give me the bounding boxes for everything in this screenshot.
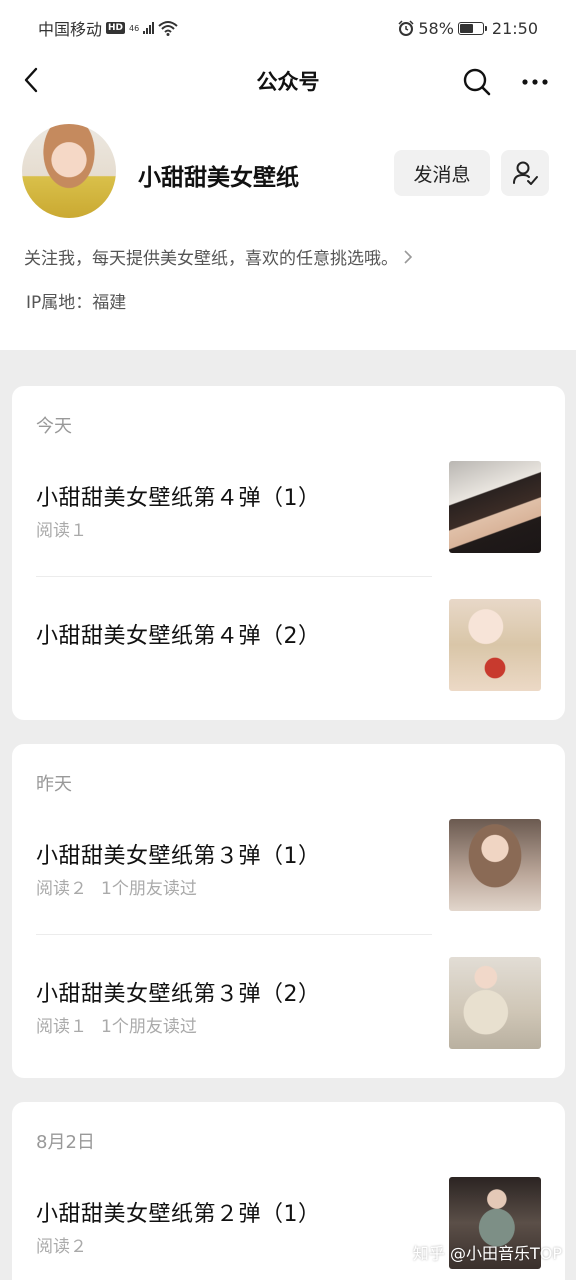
chevron-right-icon — [404, 249, 412, 264]
article-title: 小甜甜美女壁纸第４弹（1） — [36, 486, 321, 511]
account-name: 小甜甜美女壁纸 — [138, 165, 299, 191]
search-button[interactable] — [460, 65, 494, 99]
user-check-icon — [513, 161, 538, 185]
clock: 21:50 — [491, 18, 538, 38]
article-meta: 阅读２ — [36, 1232, 87, 1257]
network-type: 46 — [129, 23, 140, 33]
account-description[interactable]: 关注我，每天提供美女壁纸，喜欢的任意挑选哦。 — [24, 244, 412, 269]
friends-read: 1个朋友读过 — [101, 1017, 197, 1037]
carrier-label: 中国移动 — [38, 20, 103, 39]
group-date: 今天 — [36, 416, 72, 437]
more-button[interactable] — [518, 65, 552, 99]
battery-icon — [457, 21, 487, 35]
account-header: 中国移动 HD 46 58% 21:50 公众号 小甜甜美女壁纸 发消息 关注我… — [0, 0, 576, 350]
search-icon — [463, 68, 491, 96]
article-title: 小甜甜美女壁纸第３弹（2） — [36, 982, 321, 1007]
battery-percent: 58% — [418, 18, 454, 38]
article-item[interactable]: 小甜甜美女壁纸第３弹（1） 阅读２ 1个朋友读过 — [36, 804, 541, 942]
signal-icon — [143, 22, 155, 34]
alarm-icon — [398, 20, 414, 36]
article-title: 小甜甜美女壁纸第４弹（2） — [36, 624, 321, 649]
article-item[interactable]: 小甜甜美女壁纸第３弹（2） 阅读１ 1个朋友读过 — [36, 934, 541, 1072]
description-text: 关注我，每天提供美女壁纸，喜欢的任意挑选哦。 — [24, 249, 398, 269]
chevron-left-icon — [24, 67, 38, 93]
page-title: 公众号 — [256, 70, 320, 94]
watermark: 知乎 @小田音乐TOP — [412, 1244, 562, 1263]
article-title: 小甜甜美女壁纸第２弹（1） — [36, 1202, 321, 1227]
article-thumbnail — [449, 819, 541, 911]
article-thumbnail — [449, 599, 541, 691]
nav-bar: 公众号 — [0, 56, 576, 106]
read-count: 阅读１ — [36, 1017, 87, 1037]
wifi-icon — [158, 21, 178, 36]
article-item[interactable]: 小甜甜美女壁纸第４弹（2） — [36, 576, 541, 714]
friends-read: 1个朋友读过 — [101, 879, 197, 899]
article-meta: 阅读２ 1个朋友读过 — [36, 874, 197, 899]
more-icon — [522, 79, 548, 85]
send-message-button[interactable]: 发消息 — [394, 150, 490, 196]
group-date: 昨天 — [36, 774, 72, 795]
article-title: 小甜甜美女壁纸第３弹（1） — [36, 844, 321, 869]
article-item[interactable]: 小甜甜美女壁纸第４弹（1） 阅读１ — [36, 446, 541, 584]
read-count: 阅读２ — [36, 1237, 87, 1257]
article-thumbnail — [449, 461, 541, 553]
article-meta: 阅读１ — [36, 516, 87, 541]
ip-location: IP属地：福建 — [26, 293, 127, 313]
article-thumbnail — [449, 957, 541, 1049]
read-count: 阅读２ — [36, 879, 87, 899]
follow-button[interactable] — [501, 150, 549, 196]
avatar[interactable] — [22, 124, 116, 218]
article-meta: 阅读１ 1个朋友读过 — [36, 1012, 197, 1037]
hd-badge: HD — [106, 22, 126, 34]
article-group-today: 今天 小甜甜美女壁纸第４弹（1） 阅读１ 小甜甜美女壁纸第４弹（2） — [12, 386, 565, 720]
group-date: 8月2日 — [36, 1132, 95, 1153]
status-bar: 中国移动 HD 46 58% 21:50 — [0, 0, 576, 56]
back-button[interactable] — [16, 65, 46, 95]
article-group-yesterday: 昨天 小甜甜美女壁纸第３弹（1） 阅读２ 1个朋友读过 小甜甜美女壁纸第３弹（2… — [12, 744, 565, 1078]
read-count: 阅读１ — [36, 521, 87, 541]
